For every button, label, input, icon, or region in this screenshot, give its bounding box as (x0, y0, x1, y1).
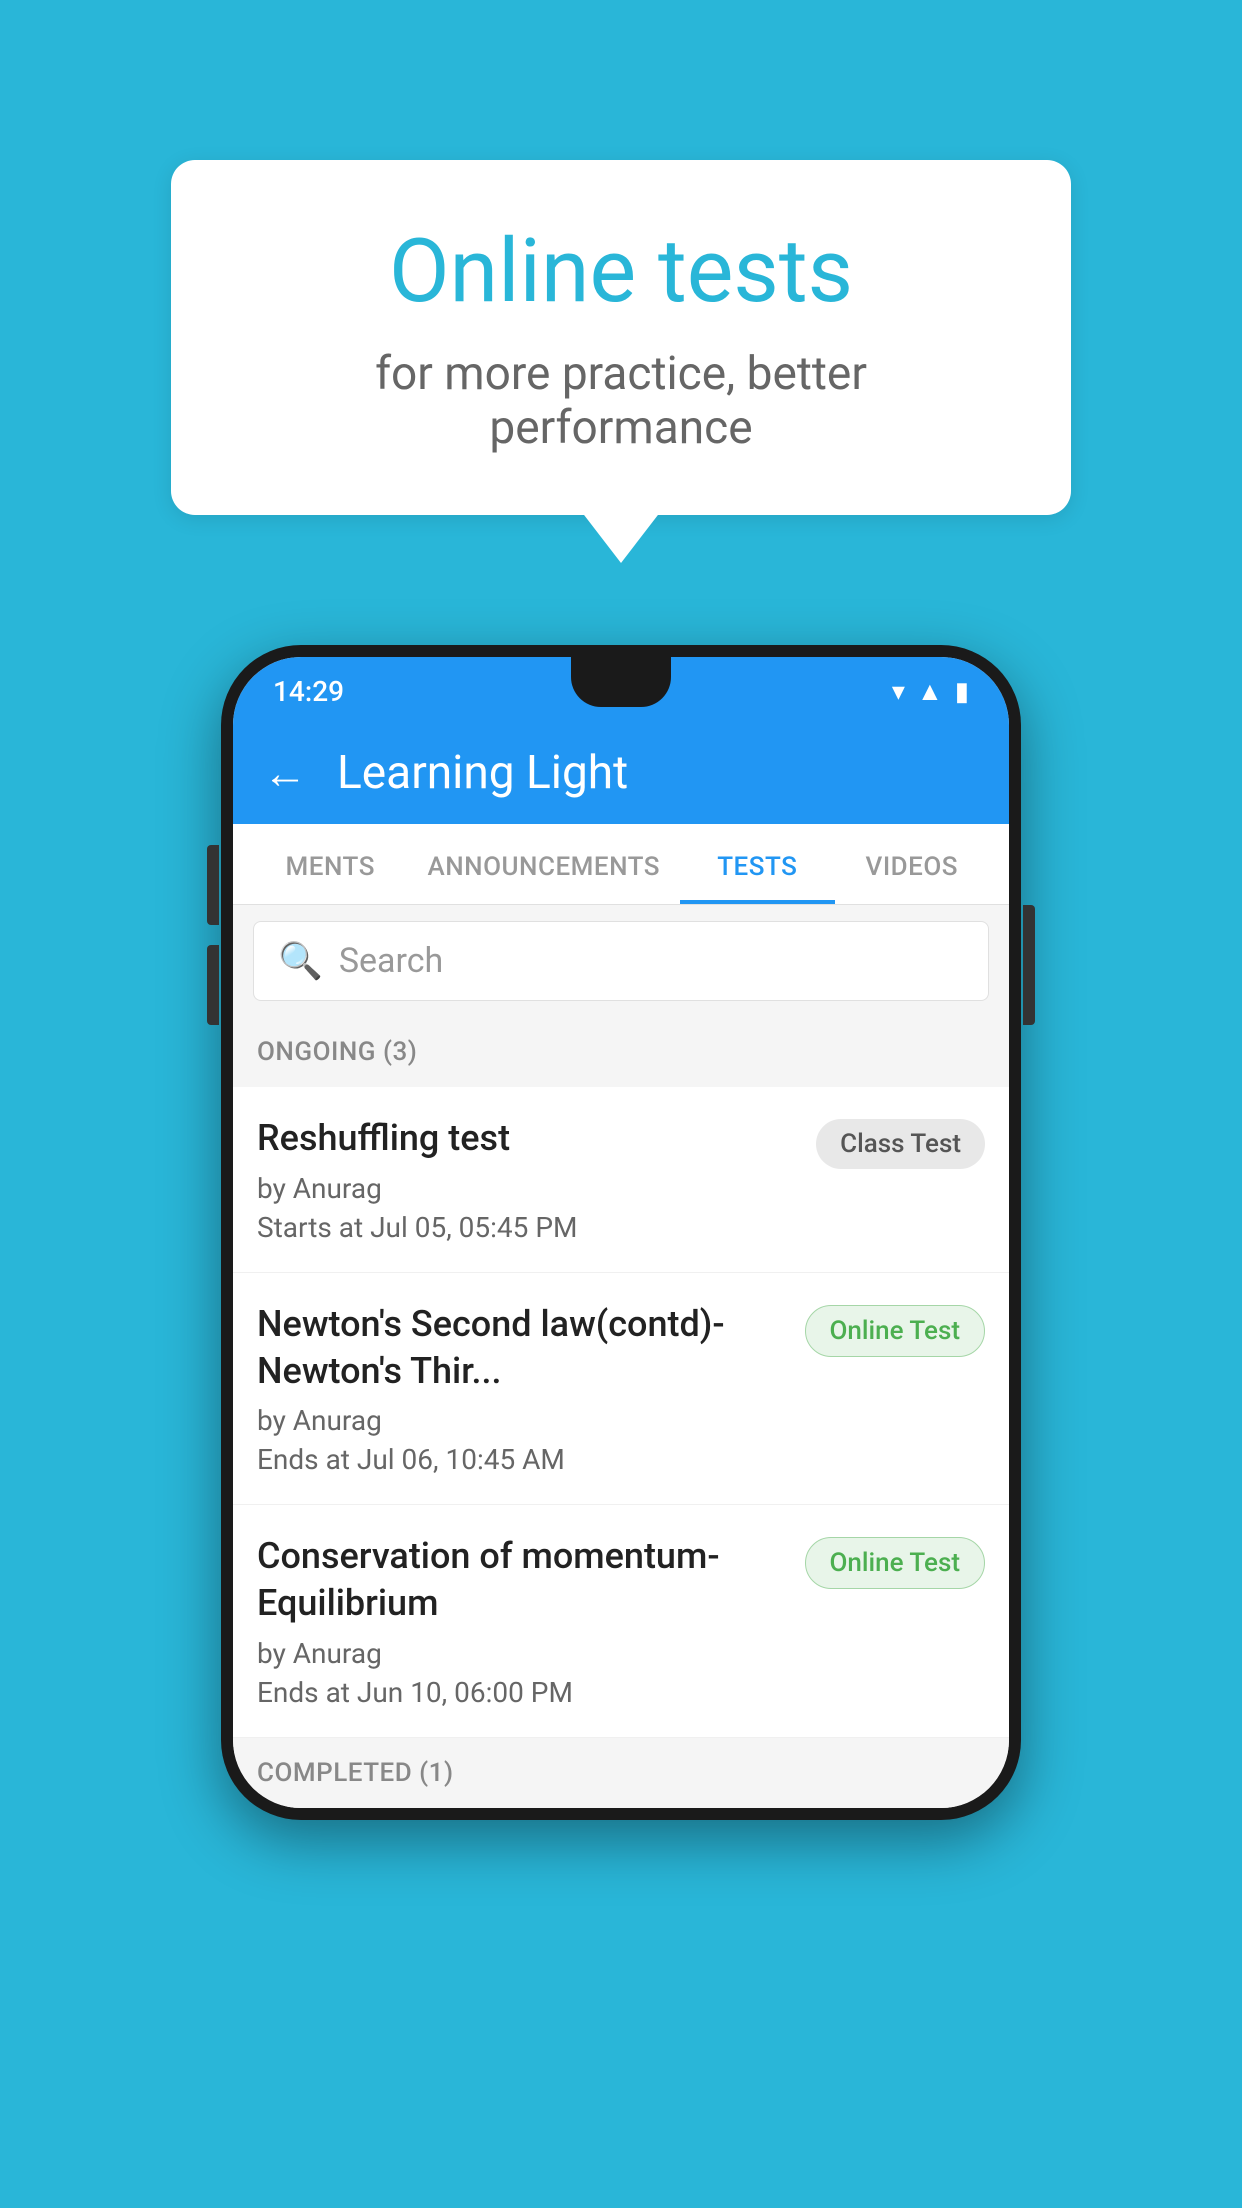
signal-icon: ▲ (917, 676, 943, 707)
phone-screen: 14:29 ▾ ▲ ▮ ← Learning Light MENTS ANNOU… (233, 657, 1009, 1808)
ongoing-section-header: ONGOING (3) (233, 1017, 1009, 1087)
item-content: Reshuffling test by Anurag Starts at Jul… (257, 1115, 796, 1244)
app-bar: ← Learning Light (233, 722, 1009, 824)
wifi-icon: ▾ (892, 677, 905, 707)
search-input[interactable]: Search (339, 941, 443, 981)
search-box[interactable]: 🔍 Search (253, 921, 989, 1001)
item-title: Newton's Second law(contd)-Newton's Thir… (257, 1301, 785, 1395)
battery-icon: ▮ (955, 677, 969, 707)
tab-videos[interactable]: VIDEOS (835, 824, 989, 904)
volume-down-button[interactable] (207, 945, 219, 1025)
back-button[interactable]: ← (263, 747, 307, 799)
list-item[interactable]: Reshuffling test by Anurag Starts at Jul… (233, 1087, 1009, 1273)
phone-wrapper: 14:29 ▾ ▲ ▮ ← Learning Light MENTS ANNOU… (221, 645, 1021, 1820)
search-icon: 🔍 (278, 940, 323, 982)
item-date: Starts at Jul 05, 05:45 PM (257, 1211, 796, 1244)
item-content: Newton's Second law(contd)-Newton's Thir… (257, 1301, 785, 1477)
phone-shell: 14:29 ▾ ▲ ▮ ← Learning Light MENTS ANNOU… (221, 645, 1021, 1820)
tab-bar: MENTS ANNOUNCEMENTS TESTS VIDEOS (233, 824, 1009, 905)
item-title: Conservation of momentum-Equilibrium (257, 1533, 785, 1627)
item-title: Reshuffling test (257, 1115, 796, 1162)
badge-class-test: Class Test (816, 1119, 985, 1169)
item-author: by Anurag (257, 1404, 785, 1437)
list-item[interactable]: Conservation of momentum-Equilibrium by … (233, 1505, 1009, 1738)
volume-up-button[interactable] (207, 845, 219, 925)
phone-notch (571, 657, 671, 707)
tab-announcements[interactable]: ANNOUNCEMENTS (407, 824, 680, 904)
item-date: Ends at Jul 06, 10:45 AM (257, 1443, 785, 1476)
bubble-subtitle: for more practice, better performance (251, 347, 991, 455)
bubble-title: Online tests (251, 220, 991, 323)
item-date: Ends at Jun 10, 06:00 PM (257, 1676, 785, 1709)
search-container: 🔍 Search (233, 905, 1009, 1017)
speech-bubble: Online tests for more practice, better p… (171, 160, 1071, 515)
tab-tests[interactable]: TESTS (680, 824, 834, 904)
item-author: by Anurag (257, 1637, 785, 1670)
status-icons: ▾ ▲ ▮ (892, 676, 969, 707)
tab-assignments[interactable]: MENTS (253, 824, 407, 904)
badge-online-test: Online Test (805, 1537, 986, 1589)
completed-section-header: COMPLETED (1) (233, 1738, 1009, 1808)
badge-online-test: Online Test (805, 1305, 986, 1357)
power-button[interactable] (1023, 905, 1035, 1025)
status-time: 14:29 (273, 675, 344, 708)
item-content: Conservation of momentum-Equilibrium by … (257, 1533, 785, 1709)
item-author: by Anurag (257, 1172, 796, 1205)
app-bar-title: Learning Light (337, 746, 628, 800)
list-item[interactable]: Newton's Second law(contd)-Newton's Thir… (233, 1273, 1009, 1506)
